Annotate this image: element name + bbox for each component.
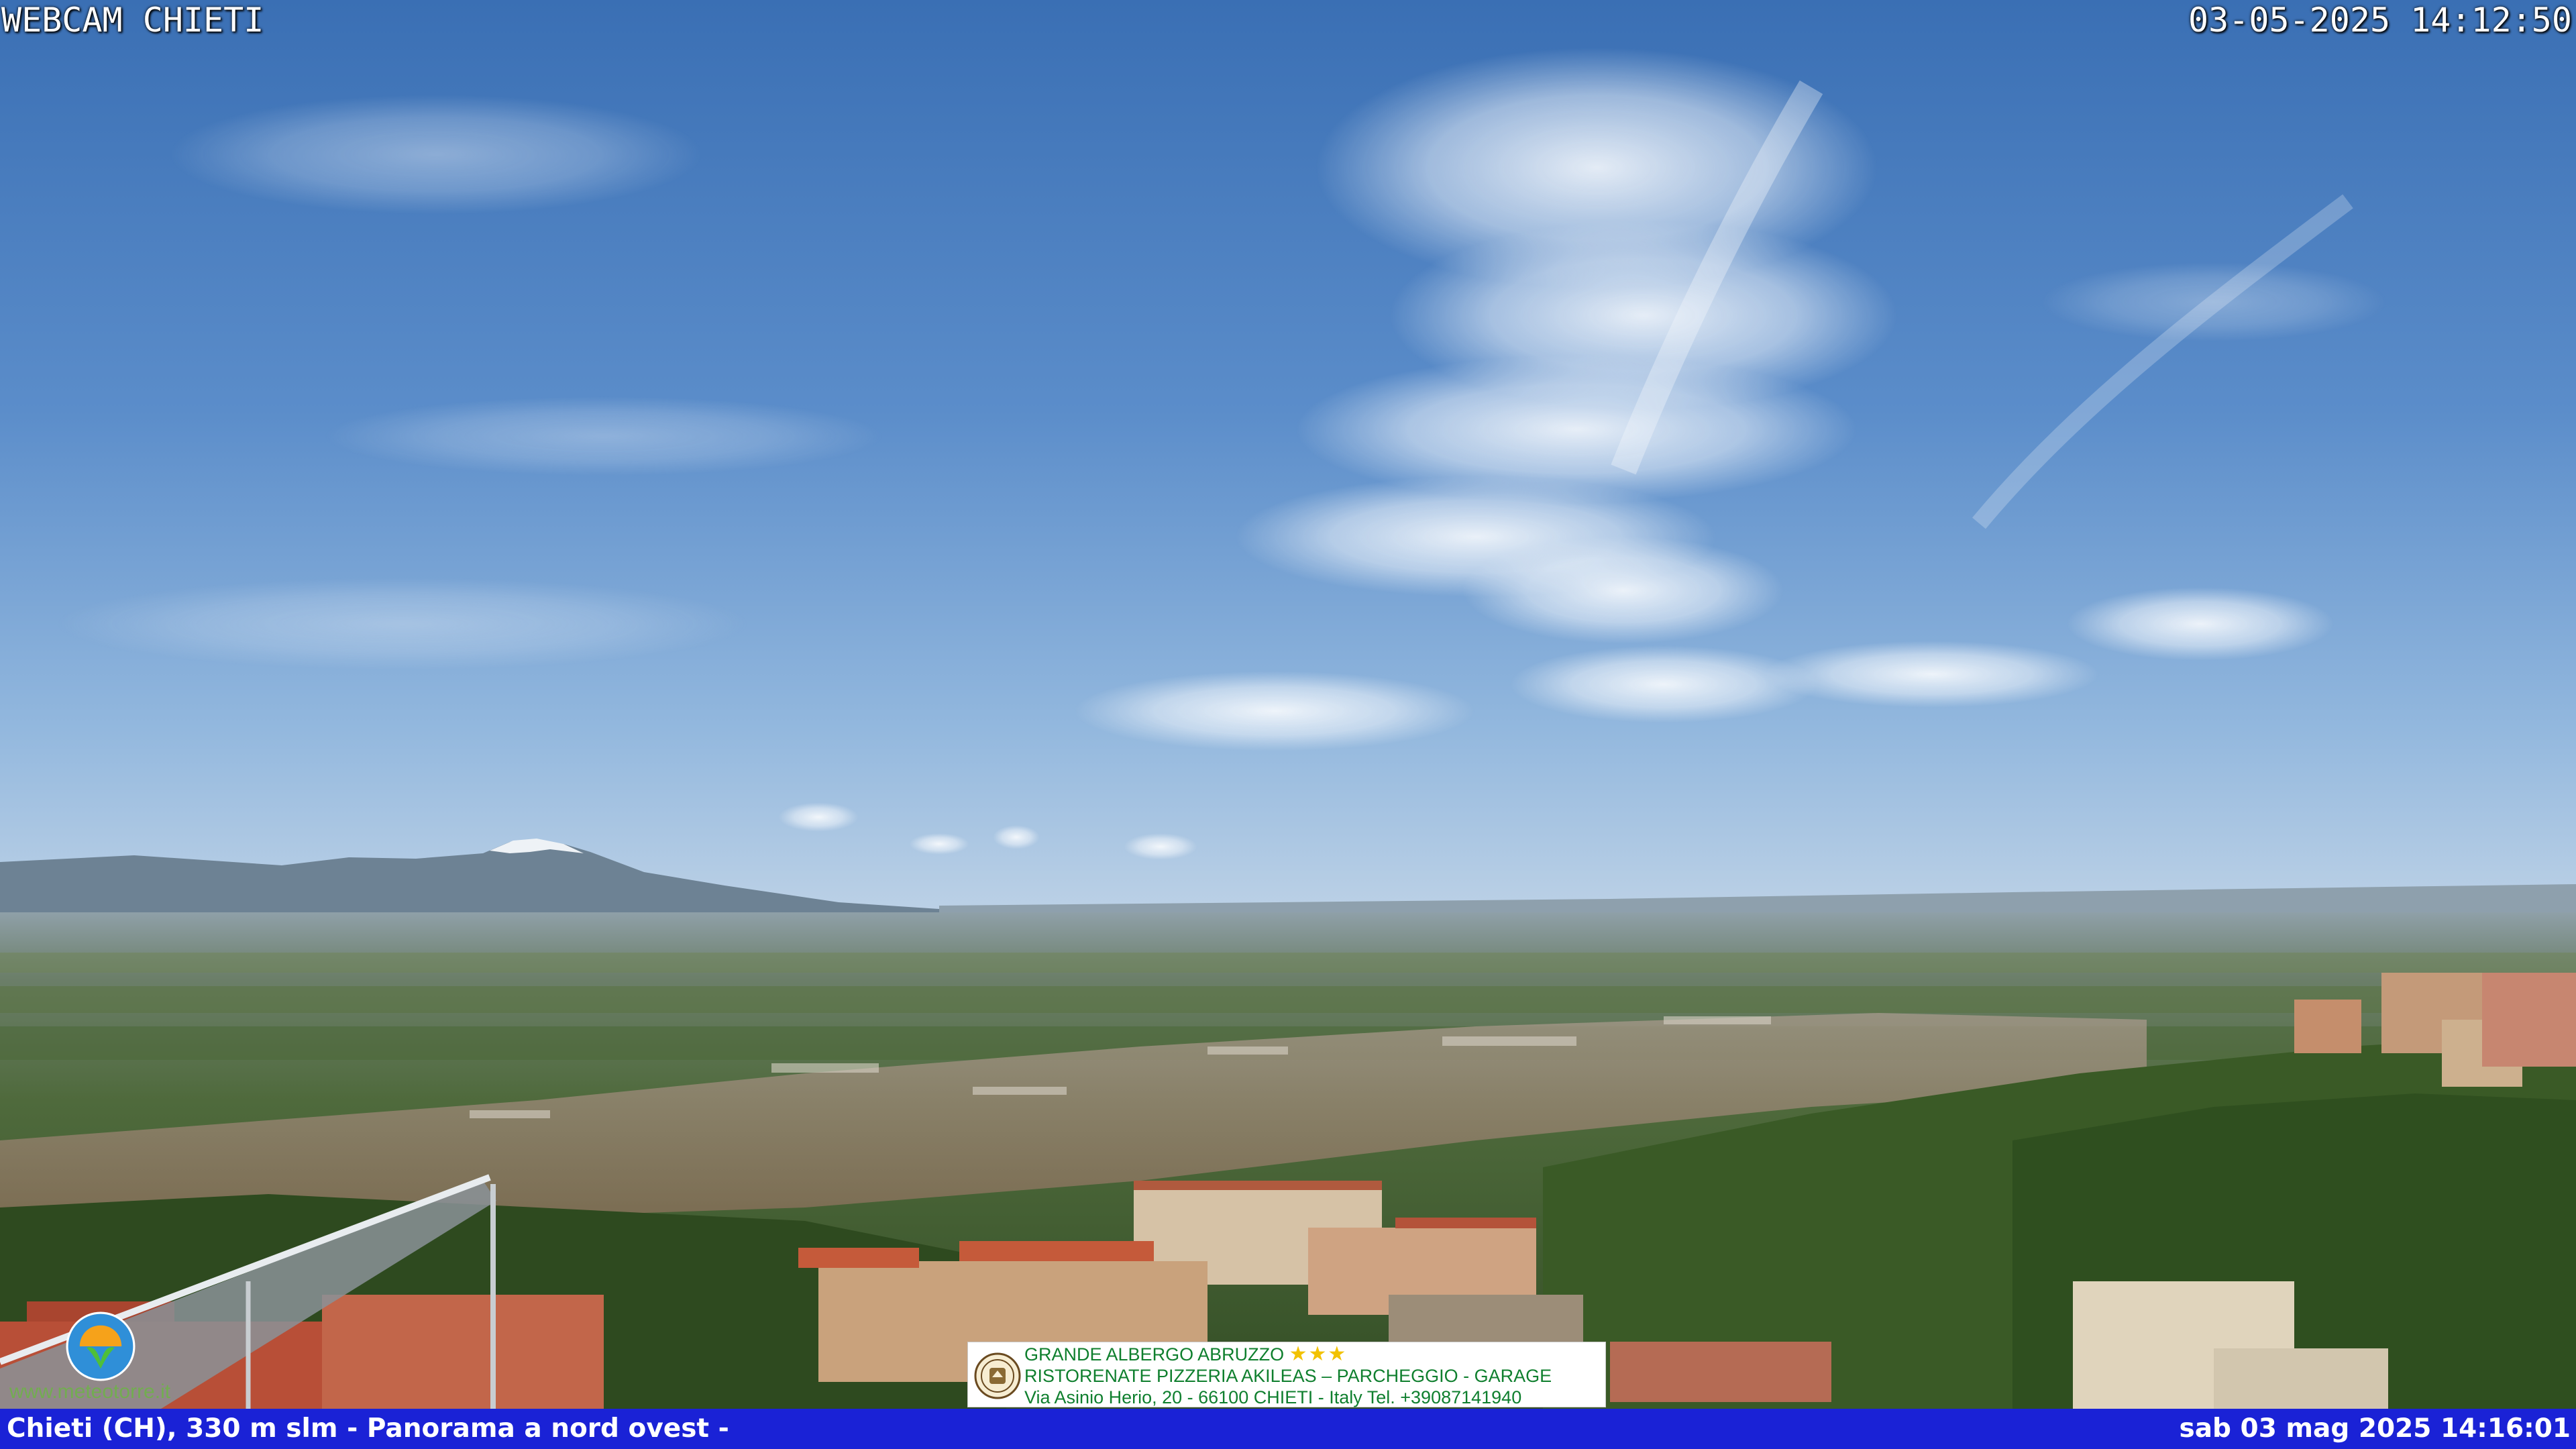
ad-services: RISTORENATE PIZZERIA AKILEAS – PARCHEGGI…: [1024, 1366, 1552, 1386]
webcam-panorama: [0, 0, 2576, 1449]
crest-icon: [974, 1352, 1021, 1399]
camera-timestamp: 03-05-2025 14:12:50: [2188, 1, 2572, 40]
meteotorre-logo-icon: [66, 1311, 136, 1381]
ad-address: Via Asinio Herio, 20 - 66100 CHIETI - It…: [1024, 1387, 1522, 1407]
hotel-advertisement: GRANDE ALBERGO ABRUZZO ★★★ RISTORENATE P…: [967, 1342, 1606, 1407]
location-caption: Chieti (CH), 330 m slm - Panorama a nord…: [7, 1413, 729, 1444]
ad-hotel-name: GRANDE ALBERGO ABRUZZO: [1024, 1344, 1285, 1364]
footer-bar: Chieti (CH), 330 m slm - Panorama a nord…: [0, 1409, 2576, 1449]
webcam-title: WEBCAM CHIETI: [1, 1, 264, 40]
footer-datetime: sab 03 mag 2025 14:16:01: [2179, 1413, 2571, 1444]
rating-stars-icon: ★★★: [1289, 1343, 1348, 1365]
logo-url: www.meteotorre.it: [9, 1381, 171, 1403]
